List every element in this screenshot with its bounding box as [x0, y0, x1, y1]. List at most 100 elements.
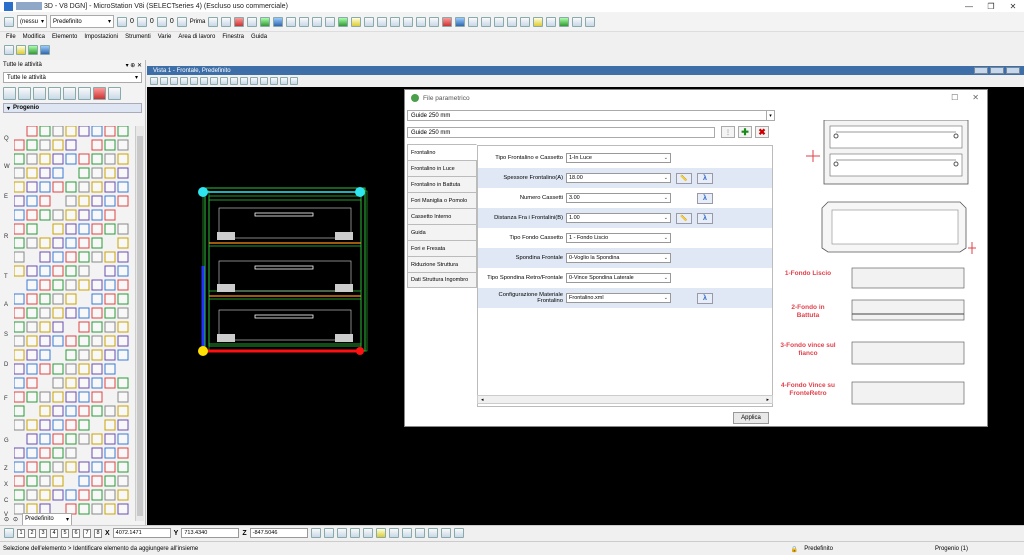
palette-tool-icon[interactable] [78, 405, 90, 417]
palette-tool-icon[interactable] [52, 475, 64, 487]
palette-tool-icon[interactable] [39, 447, 51, 459]
palette-tool-icon[interactable] [65, 377, 77, 389]
palette-tool-icon[interactable] [13, 349, 25, 361]
palette-tool-icon[interactable] [39, 461, 51, 473]
palette-tool-icon[interactable] [117, 139, 129, 151]
y-coordinate-field[interactable]: 713.4340 [181, 528, 240, 538]
rotate-tool-icon[interactable] [63, 87, 76, 100]
model-icon[interactable] [40, 45, 50, 55]
palette-tool-icon[interactable] [117, 223, 129, 235]
palette-tool-icon[interactable] [39, 139, 51, 151]
info-icon[interactable] [390, 16, 401, 27]
palette-tool-icon[interactable] [65, 153, 77, 165]
snap-intersect-icon[interactable] [388, 528, 399, 538]
palette-tool-icon[interactable] [117, 335, 129, 347]
palette-tool-icon[interactable] [13, 209, 25, 221]
grid-icon[interactable] [429, 16, 440, 27]
measure-tool-icon[interactable] [108, 87, 121, 100]
transparency-icon[interactable] [208, 16, 219, 27]
palette-tool-icon[interactable] [65, 279, 77, 291]
palette-tool-icon[interactable] [91, 307, 103, 319]
palette-tool-icon[interactable] [104, 223, 116, 235]
palette-tool-icon[interactable] [52, 251, 64, 263]
param-combo-tipo-frontalino[interactable]: 1-In Luce ⌄ [566, 153, 671, 163]
menu-strumenti[interactable]: Strumenti [125, 34, 151, 40]
palette-tool-icon[interactable] [117, 349, 129, 361]
delete-button[interactable]: ✖ [755, 126, 769, 138]
palette-tool-icon[interactable] [39, 349, 51, 361]
x-coordinate-field[interactable]: 4072.1471 [112, 528, 171, 538]
palette-tool-icon[interactable] [65, 237, 77, 249]
palette-tool-icon[interactable] [78, 195, 90, 207]
palette-tool-icon[interactable] [65, 405, 77, 417]
palette-tool-icon[interactable] [104, 419, 116, 431]
palette-tool-icon[interactable] [104, 139, 116, 151]
handle-top-left[interactable] [198, 187, 208, 197]
palette-tool-icon[interactable] [117, 377, 129, 389]
palette-tool-icon[interactable] [13, 377, 25, 389]
view-button-5[interactable]: 5 [61, 528, 69, 538]
palette-tool-icon[interactable] [65, 335, 77, 347]
tab-guida[interactable]: Guida [407, 224, 477, 240]
parametric-name-field[interactable]: Guide 250 mm [407, 127, 715, 138]
tab-dati-struttura-ingombro[interactable]: Dati Struttura Ingombro [407, 272, 477, 288]
move-tool-icon[interactable] [48, 87, 61, 100]
palette-tool-icon[interactable] [26, 293, 38, 305]
palette-tool-icon[interactable] [78, 125, 90, 137]
snap-arc-icon[interactable] [453, 528, 464, 538]
formula-button[interactable]: λ [697, 212, 713, 224]
palette-tool-icon[interactable] [117, 181, 129, 193]
fit-view-icon[interactable] [210, 77, 218, 85]
palette-tool-icon[interactable] [104, 167, 116, 179]
view-button-1[interactable]: 1 [17, 528, 25, 538]
snap-tangent-icon[interactable] [401, 528, 412, 538]
priority-label[interactable]: Prima [190, 19, 206, 25]
palette-tool-icon[interactable] [78, 237, 90, 249]
palette-tool-icon[interactable] [13, 293, 25, 305]
palette-tool-icon[interactable] [91, 405, 103, 417]
view-minimize[interactable] [974, 67, 988, 74]
menu-varie[interactable]: Varie [158, 34, 172, 40]
palette-tool-icon[interactable] [26, 279, 38, 291]
line-weight-icon[interactable] [156, 16, 167, 27]
palette-tool-icon[interactable] [91, 391, 103, 403]
browse-button[interactable]: ⋮ [721, 126, 735, 138]
tool-b-icon[interactable] [468, 16, 479, 27]
palette-tool-icon[interactable] [52, 307, 64, 319]
snap-center-icon[interactable] [349, 528, 360, 538]
maximize-button[interactable]: ❐ [980, 0, 1002, 12]
palette-tool-icon[interactable] [91, 209, 103, 221]
palette-tool-icon[interactable] [91, 489, 103, 501]
palette-tool-icon[interactable] [65, 251, 77, 263]
palette-tool-icon[interactable] [91, 279, 103, 291]
palette-tool-icon[interactable] [117, 447, 129, 459]
snap-icon[interactable] [364, 16, 375, 27]
palette-tool-icon[interactable] [104, 475, 116, 487]
menu-elemento[interactable]: Elemento [52, 34, 77, 40]
palette-tool-icon[interactable] [78, 419, 90, 431]
walk-icon[interactable] [290, 77, 298, 85]
tab-frontalino-in-luce[interactable]: Frontalino in Luce [407, 160, 477, 176]
palette-tool-icon[interactable] [104, 153, 116, 165]
display-icon[interactable] [273, 16, 284, 27]
param-combo-spessore[interactable]: 18.00 ⌄ [566, 173, 671, 183]
clip-mask-icon[interactable] [270, 77, 278, 85]
palette-tool-icon[interactable] [39, 167, 51, 179]
view-display-icon[interactable] [160, 77, 168, 85]
palette-tool-icon[interactable] [104, 195, 116, 207]
palette-tool-icon[interactable] [26, 167, 38, 179]
cell-icon[interactable] [338, 16, 349, 27]
cancel-icon[interactable] [442, 16, 453, 27]
param-combo-tipo-fondo[interactable]: 1 - Fondo Liscio ⌄ [566, 233, 671, 243]
palette-tool-icon[interactable] [26, 237, 38, 249]
palette-tool-icon[interactable] [26, 377, 38, 389]
palette-tool-icon[interactable] [26, 391, 38, 403]
view-button-4[interactable]: 4 [50, 528, 58, 538]
palette-tool-icon[interactable] [78, 265, 90, 277]
palette-tool-icon[interactable] [39, 237, 51, 249]
palette-tool-icon[interactable] [104, 307, 116, 319]
copy-tool-icon[interactable] [33, 87, 46, 100]
palette-tool-icon[interactable] [91, 167, 103, 179]
palette-tool-icon[interactable] [26, 349, 38, 361]
palette-tool-icon[interactable] [117, 433, 129, 445]
